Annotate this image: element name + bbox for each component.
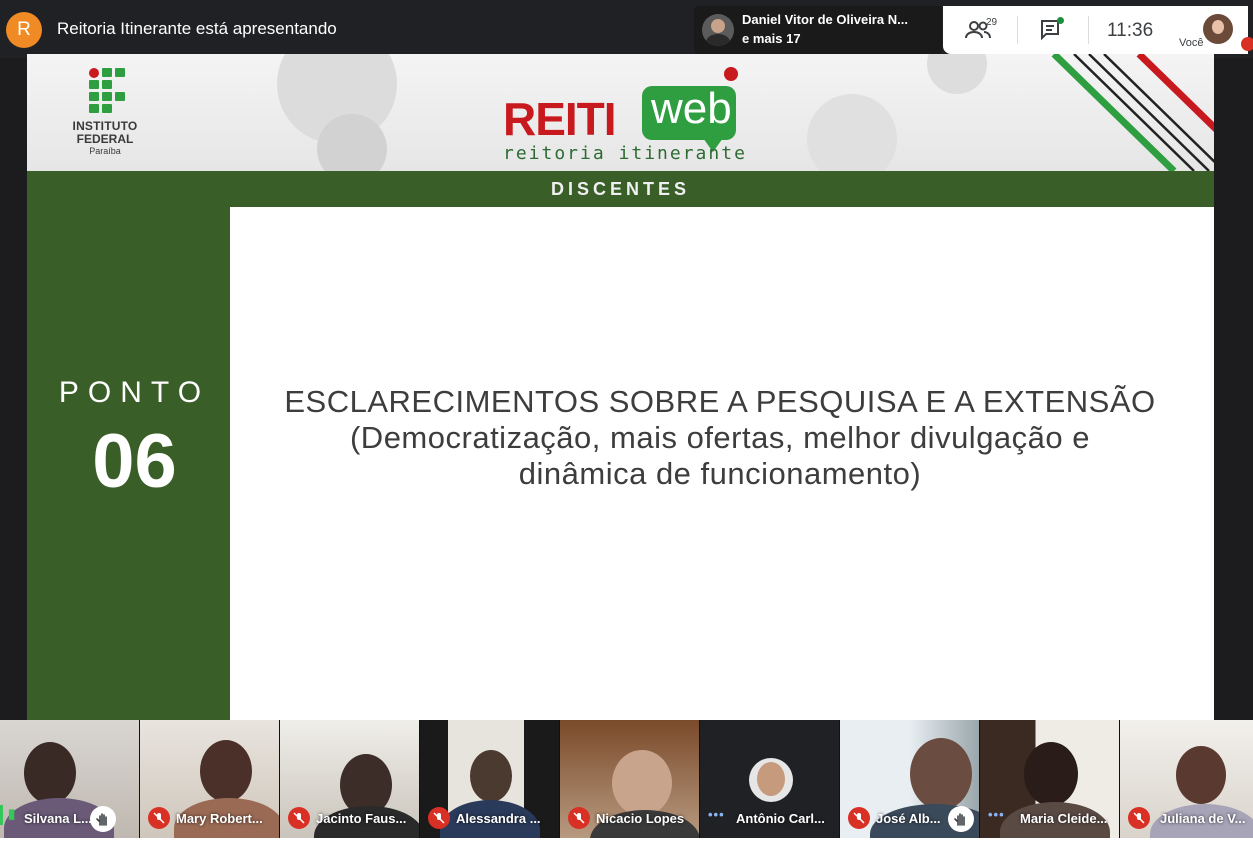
instituto-federal-logo: INSTITUTO FEDERAL Paraíba: [65, 66, 145, 162]
speaking-edge-indicator: [0, 805, 3, 825]
active-speakers-chip[interactable]: Daniel Vitor de Oliveira N... e mais 17: [694, 6, 942, 54]
raised-hand-icon: [948, 806, 974, 832]
meeting-controls: 29 11:36 Você: [943, 6, 1253, 54]
participant-tile[interactable]: ▮ Silvana L...: [0, 720, 140, 838]
mic-off-icon: [568, 807, 590, 829]
mic-off-icon: [148, 807, 170, 829]
mic-off-icon: [428, 807, 450, 829]
slide-body-text: ESCLARECIMENTOS SOBRE A PESQUISA E A EXT…: [240, 384, 1200, 492]
participants-strip: ▮ Silvana L... Mary Robert... Jacinto Fa…: [0, 720, 1253, 838]
participant-tile[interactable]: Jacinto Faus...: [280, 720, 420, 838]
participant-tile[interactable]: Juliana de V...: [1120, 720, 1253, 838]
self-avatar[interactable]: [1203, 14, 1233, 44]
participant-name: Jacinto Faus...: [316, 811, 407, 826]
mic-off-icon: [1128, 807, 1150, 829]
reiti-word: REITI: [503, 93, 617, 145]
ponto-number: 06: [92, 419, 177, 504]
if-logo-mark: [89, 68, 125, 113]
participant-tile[interactable]: ••• Maria Cleide...: [980, 720, 1120, 838]
participant-name: Alessandra ...: [456, 811, 541, 826]
banner-decoration: [927, 54, 987, 94]
participant-tile[interactable]: Nicacio Lopes: [560, 720, 700, 838]
people-count-badge: 29: [986, 17, 998, 28]
more-options-icon: •••: [708, 807, 725, 822]
if-logo-text: INSTITUTO: [72, 119, 138, 133]
mic-off-icon: [288, 807, 310, 829]
participant-name: Maria Cleide...: [1020, 811, 1108, 826]
slide-banner: INSTITUTO FEDERAL Paraíba REITI web reit…: [27, 54, 1214, 171]
meeting-clock: 11:36: [1107, 20, 1154, 41]
top-bar: R Reitoria Itinerante está apresentando …: [0, 0, 1253, 58]
speaker-name: Daniel Vitor de Oliveira N...: [742, 12, 908, 27]
more-options-icon: •••: [988, 807, 1005, 822]
participant-name: Silvana L...: [24, 811, 92, 826]
meet-window: R Reitoria Itinerante está apresentando …: [0, 0, 1253, 849]
mic-off-icon: [848, 807, 870, 829]
reitiweb-logo: REITI web reitoria itinerante: [501, 64, 751, 164]
divider: [1017, 16, 1018, 44]
participant-name: Juliana de V...: [1160, 811, 1246, 826]
participant-tile[interactable]: ••• Antônio Carl...: [700, 720, 840, 838]
banner-stripes: [1051, 54, 1214, 171]
self-mic-off-icon: [1241, 37, 1253, 51]
reiti-subtitle: reitoria itinerante: [503, 143, 747, 164]
self-label: Você: [1179, 37, 1204, 49]
slide-text-line: ESCLARECIMENTOS SOBRE A PESQUISA E A EXT…: [284, 384, 1156, 419]
if-logo-text: FEDERAL: [76, 132, 134, 146]
chat-notification-dot: [1057, 17, 1064, 24]
section-title: DISCENTES: [550, 179, 691, 199]
participant-name: José Alb...: [876, 811, 941, 826]
speaker-more-count: e mais 17: [742, 31, 801, 46]
ponto-label: PONTO: [58, 376, 211, 409]
speaker-avatar: [702, 14, 734, 46]
raised-hand-icon: [90, 806, 116, 832]
participant-name: Mary Robert...: [176, 811, 263, 826]
participant-name: Antônio Carl...: [736, 811, 825, 826]
presented-slide: INSTITUTO FEDERAL Paraíba REITI web reit…: [27, 54, 1214, 720]
presenting-status-text: Reitoria Itinerante está apresentando: [57, 19, 337, 38]
web-word: web: [651, 84, 732, 133]
divider: [1088, 16, 1089, 44]
participant-tile[interactable]: Alessandra ...: [420, 720, 560, 838]
banner-decoration: [807, 94, 897, 171]
speaking-indicator: ▮: [8, 806, 17, 821]
participant-tile[interactable]: Mary Robert...: [140, 720, 280, 838]
participant-tile[interactable]: José Alb...: [840, 720, 980, 838]
slide-text-line: (Democratização, mais ofertas, melhor di…: [349, 420, 1091, 455]
logo-red-dot: [724, 67, 738, 81]
bottom-bar: [0, 838, 1253, 849]
participant-name: Nicacio Lopes: [596, 811, 685, 826]
slide-text-line: dinâmica de funcionamento): [518, 456, 922, 491]
if-logo-text: Paraíba: [89, 146, 121, 156]
presenter-avatar[interactable]: R: [6, 12, 42, 48]
